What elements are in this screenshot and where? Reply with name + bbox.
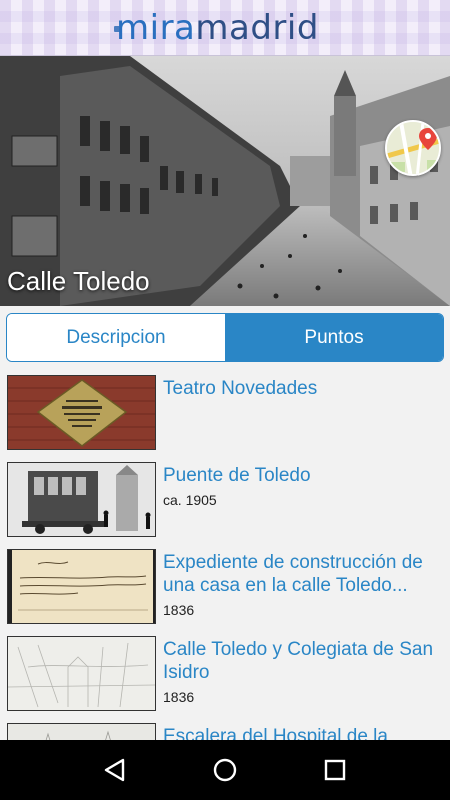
list-item[interactable]: Calle Toledo y Colegiata de San Isidro 1… bbox=[0, 631, 450, 718]
points-list: Teatro Novedades Puente de Toledo ca. 19… bbox=[0, 370, 450, 740]
back-triangle-icon bbox=[104, 758, 125, 782]
home-circle-icon bbox=[213, 758, 237, 782]
item-thumbnail bbox=[7, 462, 156, 537]
segmented-tabs: Descripcion Puntos bbox=[6, 313, 444, 362]
list-item[interactable]: Teatro Novedades bbox=[0, 370, 450, 457]
list-item[interactable]: Escalera del Hospital de la bbox=[0, 718, 450, 740]
map-button[interactable] bbox=[385, 120, 441, 176]
item-title: Teatro Novedades bbox=[163, 378, 318, 399]
hero-image: Calle Toledo bbox=[0, 56, 450, 306]
list-item[interactable]: Puente de Toledo ca. 1905 bbox=[0, 457, 450, 544]
item-thumbnail bbox=[7, 375, 156, 450]
tab-descripcion[interactable]: Descripcion bbox=[7, 314, 225, 361]
home-button[interactable] bbox=[205, 750, 245, 790]
app-header: miramadrid bbox=[0, 0, 450, 56]
item-title: Calle Toledo y Colegiata de San Isidro bbox=[163, 639, 434, 683]
item-thumbnail bbox=[7, 549, 156, 624]
item-title: Escalera del Hospital de la bbox=[163, 726, 388, 740]
map-location-icon bbox=[387, 122, 439, 174]
item-date: 1836 bbox=[163, 689, 195, 705]
item-thumbnail bbox=[7, 636, 156, 711]
list-item[interactable]: Expediente de construcción de una casa e… bbox=[0, 544, 450, 631]
street-title: Calle Toledo bbox=[7, 266, 150, 296]
item-title: Expediente de construcción de una casa e… bbox=[163, 552, 423, 596]
item-date: ca. 1905 bbox=[163, 492, 217, 508]
recents-button[interactable] bbox=[315, 750, 355, 790]
item-title: Puente de Toledo bbox=[163, 465, 311, 486]
system-nav-bar bbox=[0, 740, 450, 800]
recents-square-icon bbox=[324, 759, 346, 781]
app-logo: miramadrid bbox=[116, 8, 319, 48]
back-button[interactable] bbox=[95, 750, 135, 790]
item-thumbnail bbox=[7, 723, 156, 740]
item-date: 1836 bbox=[163, 602, 195, 618]
tab-puntos[interactable]: Puntos bbox=[225, 314, 443, 361]
